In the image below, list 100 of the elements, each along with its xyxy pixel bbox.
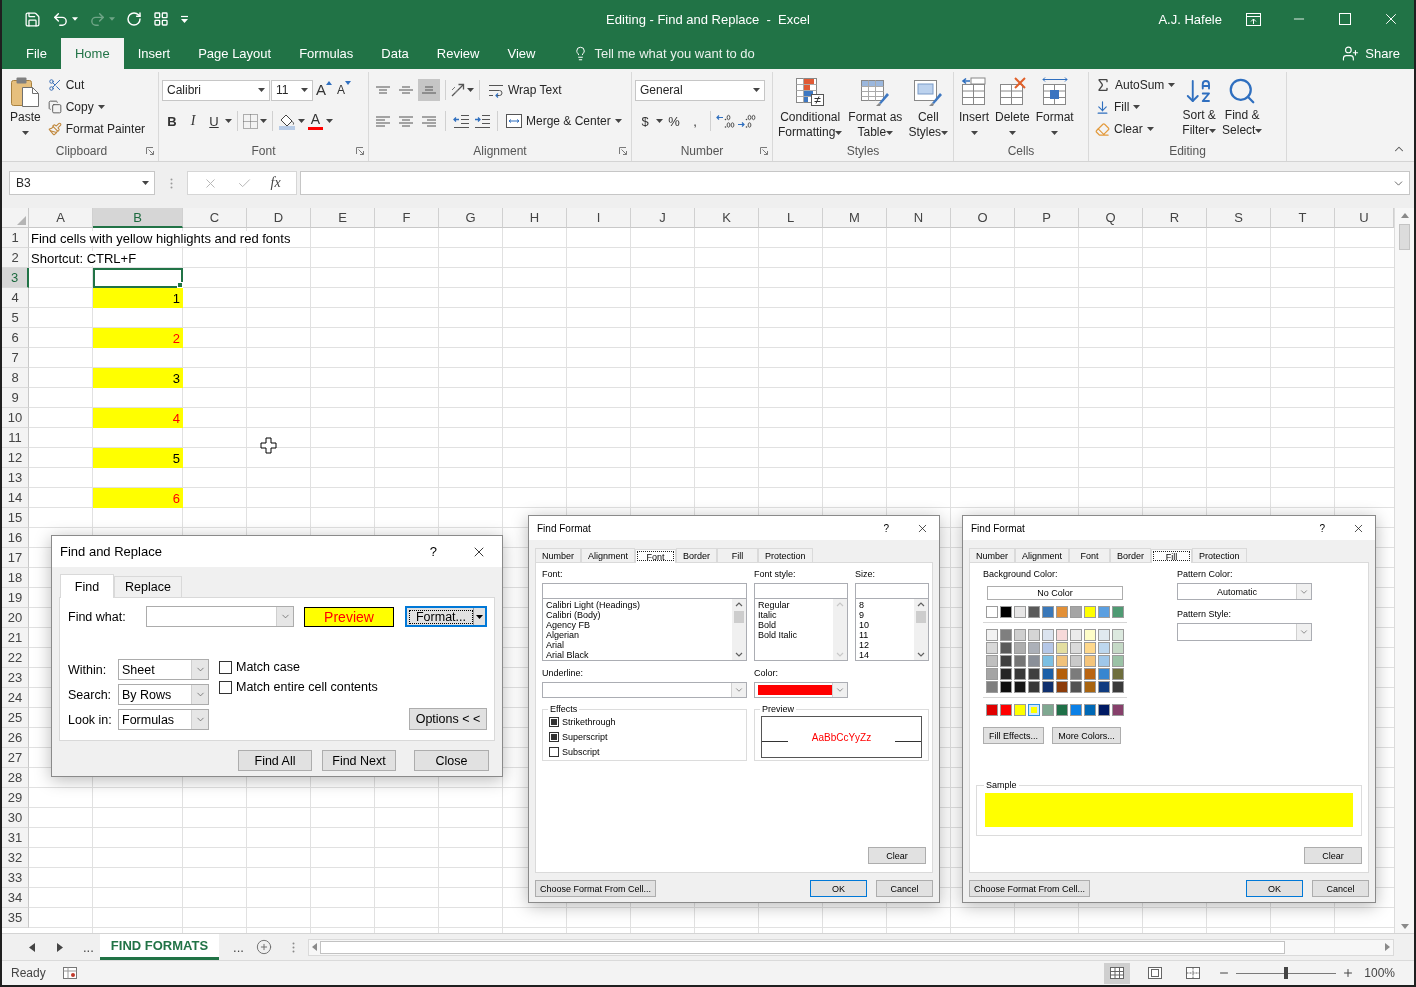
format-painter-button[interactable]: Format Painter [44,118,149,140]
clear-button[interactable]: Clear [868,847,926,864]
column-header[interactable]: E [311,208,375,228]
row-header[interactable]: 11 [2,428,29,448]
column-header[interactable]: L [759,208,823,228]
list-item[interactable]: 12 [859,640,869,650]
row-header[interactable]: 15 [2,508,29,528]
scroll-up-icon[interactable] [1400,213,1409,218]
list-item[interactable]: Bold [758,620,776,630]
dialog-tab[interactable]: Fill [717,548,759,562]
color-swatch[interactable] [1084,642,1096,654]
increase-indent-icon[interactable] [473,113,491,129]
dialog-tab[interactable]: Protection [758,548,813,562]
list-item[interactable]: Arial Black [546,650,589,660]
checkbox-label[interactable]: Superscript [562,731,608,742]
macro-record-icon[interactable] [62,967,77,979]
select-all-icon[interactable] [17,216,26,225]
color-swatch[interactable] [1070,629,1082,641]
ribbon-tab[interactable]: Home [60,38,124,69]
color-swatch[interactable] [1014,642,1026,654]
ribbon-tab[interactable]: View [493,38,550,69]
row-header[interactable]: 30 [2,808,29,828]
dropdown-arrow-button[interactable] [191,685,208,704]
row-header[interactable]: 23 [2,668,29,688]
color-swatch[interactable] [986,681,998,693]
checkbox[interactable] [549,716,559,727]
row-header[interactable]: 2 [2,248,29,268]
ribbon-tab[interactable]: Insert [123,38,185,69]
color-swatch[interactable] [1042,668,1054,680]
color-swatch[interactable] [1028,668,1040,680]
dropdown-arrow-button[interactable] [832,683,847,697]
list-item[interactable]: Italic [758,610,777,620]
row-header[interactable]: 35 [2,908,29,928]
color-swatch[interactable] [1000,681,1012,693]
checkbox[interactable] [219,660,232,674]
row-header[interactable]: 16 [2,528,29,548]
row-header[interactable]: 14 [2,488,29,508]
column-header[interactable]: F [375,208,439,228]
color-swatch[interactable] [1014,655,1026,667]
undo-icon[interactable] [52,10,69,28]
format-button[interactable]: Format... [405,606,487,627]
color-swatch[interactable] [986,642,998,654]
dialog-tab[interactable]: Alignment [1015,548,1070,562]
currency-button[interactable]: $ [635,110,655,132]
fill-handle-icon[interactable] [177,282,183,288]
slider-thumb[interactable] [1284,967,1289,979]
row-header[interactable]: 32 [2,848,29,868]
find-select-button[interactable]: Find & Select [1220,74,1265,138]
dialog-launcher-icon[interactable] [760,147,768,155]
color-swatch[interactable] [1056,655,1068,667]
choose-format-button[interactable]: Choose Format From Cell... [535,880,656,897]
italic-button[interactable]: I [183,110,203,132]
column-header[interactable]: O [951,208,1015,228]
zoom-in-icon[interactable] [1342,967,1355,979]
color-swatch[interactable] [986,668,998,680]
help-button[interactable]: ? [1319,522,1325,534]
conditional-formatting-button[interactable]: Conditional Formatting [776,74,845,140]
column-header[interactable]: J [631,208,695,228]
row-header[interactable]: 5 [2,308,29,328]
color-swatch[interactable] [1084,704,1096,716]
color-swatch[interactable] [1028,655,1040,667]
row-header[interactable]: 24 [2,688,29,708]
shrink-font-button[interactable]: A [335,79,354,101]
list-item[interactable]: 11 [859,630,869,640]
maximize-icon[interactable] [1339,13,1351,25]
color-swatch[interactable] [1042,704,1054,716]
column-header[interactable]: M [823,208,887,228]
column-header[interactable]: C [183,208,247,228]
color-swatch[interactable] [1084,681,1096,693]
checkbox[interactable] [549,746,559,757]
row-header[interactable]: 18 [2,568,29,588]
borders-icon[interactable] [243,113,258,129]
list-item[interactable]: Calibri Light (Headings) [546,600,641,610]
color-swatch[interactable] [1098,606,1110,618]
color-swatch[interactable] [1042,655,1054,667]
row-header[interactable]: 17 [2,548,29,568]
color-swatch[interactable] [1098,655,1110,667]
ok-button[interactable]: OK [1246,880,1303,897]
decrease-decimal-icon[interactable] [737,113,757,129]
color-swatch[interactable] [1098,642,1110,654]
color-swatch[interactable] [1028,642,1040,654]
redo-icon[interactable] [89,10,106,28]
copy-button[interactable]: Copy [44,96,149,118]
text-input[interactable] [754,583,848,599]
formula-input[interactable] [300,171,1410,195]
color-swatch[interactable] [1098,629,1110,641]
right-triangle-icon[interactable] [57,942,63,952]
color-swatch[interactable] [1070,606,1082,618]
dialog-launcher-icon[interactable] [146,147,154,155]
add-sheet-icon[interactable] [255,939,272,955]
row-header[interactable]: 4 [2,288,29,308]
color-swatch[interactable] [1084,606,1096,618]
cell-styles-button[interactable]: Cell Styles [906,74,951,140]
number-format-select[interactable]: General [635,79,765,101]
underline-button[interactable]: U [204,110,224,132]
row-header[interactable]: 10 [2,408,29,428]
column-header[interactable]: N [887,208,951,228]
list-item[interactable]: Regular [758,600,790,610]
list-item[interactable]: Arial [546,640,564,650]
color-swatch[interactable] [1028,681,1040,693]
